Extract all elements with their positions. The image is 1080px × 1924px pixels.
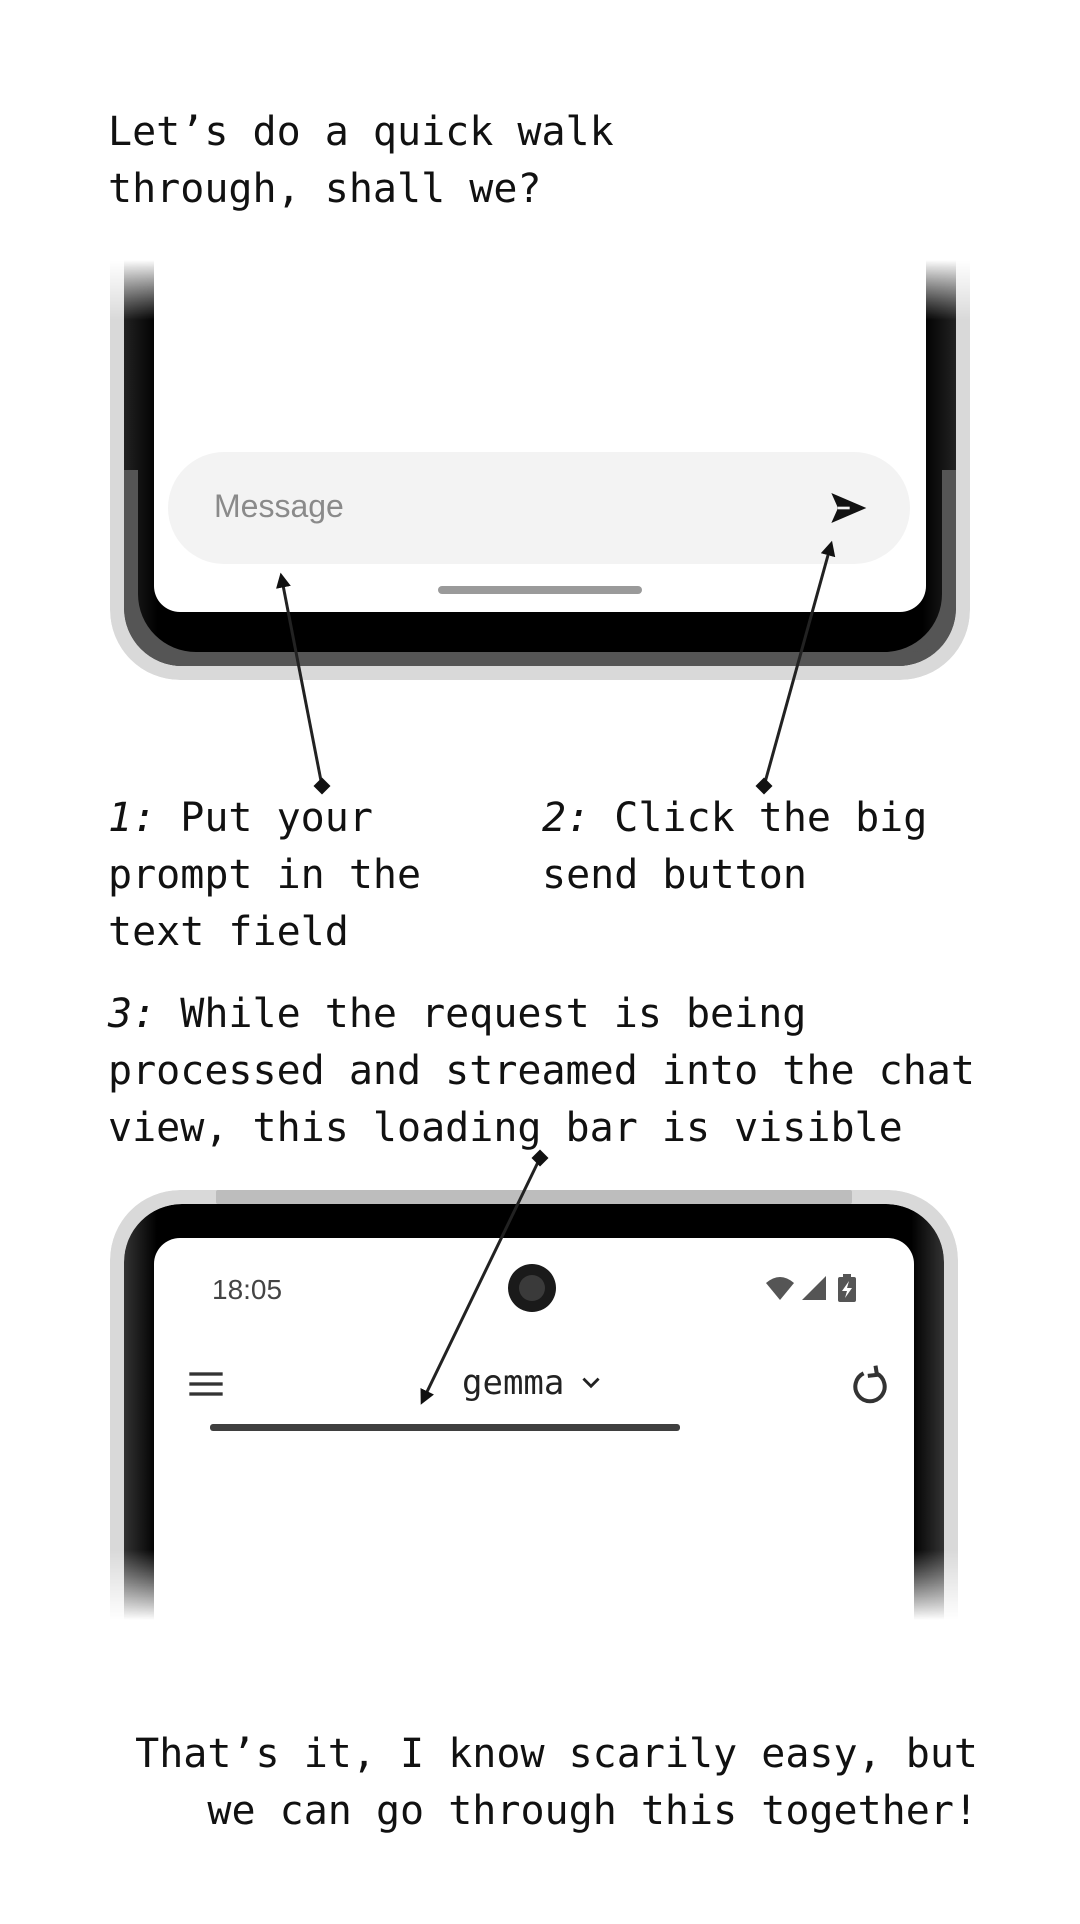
model-name: gemma (462, 1363, 565, 1403)
status-time: 18:05 (212, 1274, 283, 1305)
send-icon[interactable] (828, 488, 868, 528)
wifi-icon (766, 1277, 794, 1300)
step-1-number: 1: (108, 795, 157, 841)
menu-icon[interactable] (186, 1364, 226, 1404)
phone-mockup-composer: Message (110, 260, 970, 680)
home-indicator (438, 586, 642, 594)
outro-text: That’s it, I know scarily easy, but we c… (135, 1731, 978, 1834)
step-3-number: 3: (108, 991, 157, 1037)
status-icons (766, 1274, 856, 1302)
message-placeholder: Message (214, 488, 344, 524)
model-selector[interactable]: gemma (462, 1358, 604, 1408)
step-3-text: 3: While the request is being processed … (108, 986, 1028, 1157)
loading-bar (210, 1424, 680, 1431)
phone-screen: 18:05 gemma (154, 1238, 914, 1620)
step-2-text: 2: Click the big send button (542, 790, 1002, 904)
phone-mockup-toolbar: 18:05 gemma (110, 1190, 958, 1620)
step-1-text: 1: Put your prompt in the text field (108, 790, 508, 961)
step-2-description: Click the big send button (542, 795, 928, 898)
camera-icon (508, 1264, 556, 1312)
step-2-number: 2: (542, 795, 591, 841)
reset-icon[interactable] (848, 1362, 892, 1406)
chevron-down-icon (582, 1377, 600, 1389)
signal-icon (802, 1276, 826, 1300)
intro-text: Let’s do a quick walk through, shall we? (108, 109, 614, 212)
battery-charging-icon (838, 1274, 856, 1302)
step-3-description: While the request is being processed and… (108, 991, 975, 1151)
phone-top-edge (216, 1190, 852, 1204)
message-input[interactable]: Message (168, 452, 910, 564)
